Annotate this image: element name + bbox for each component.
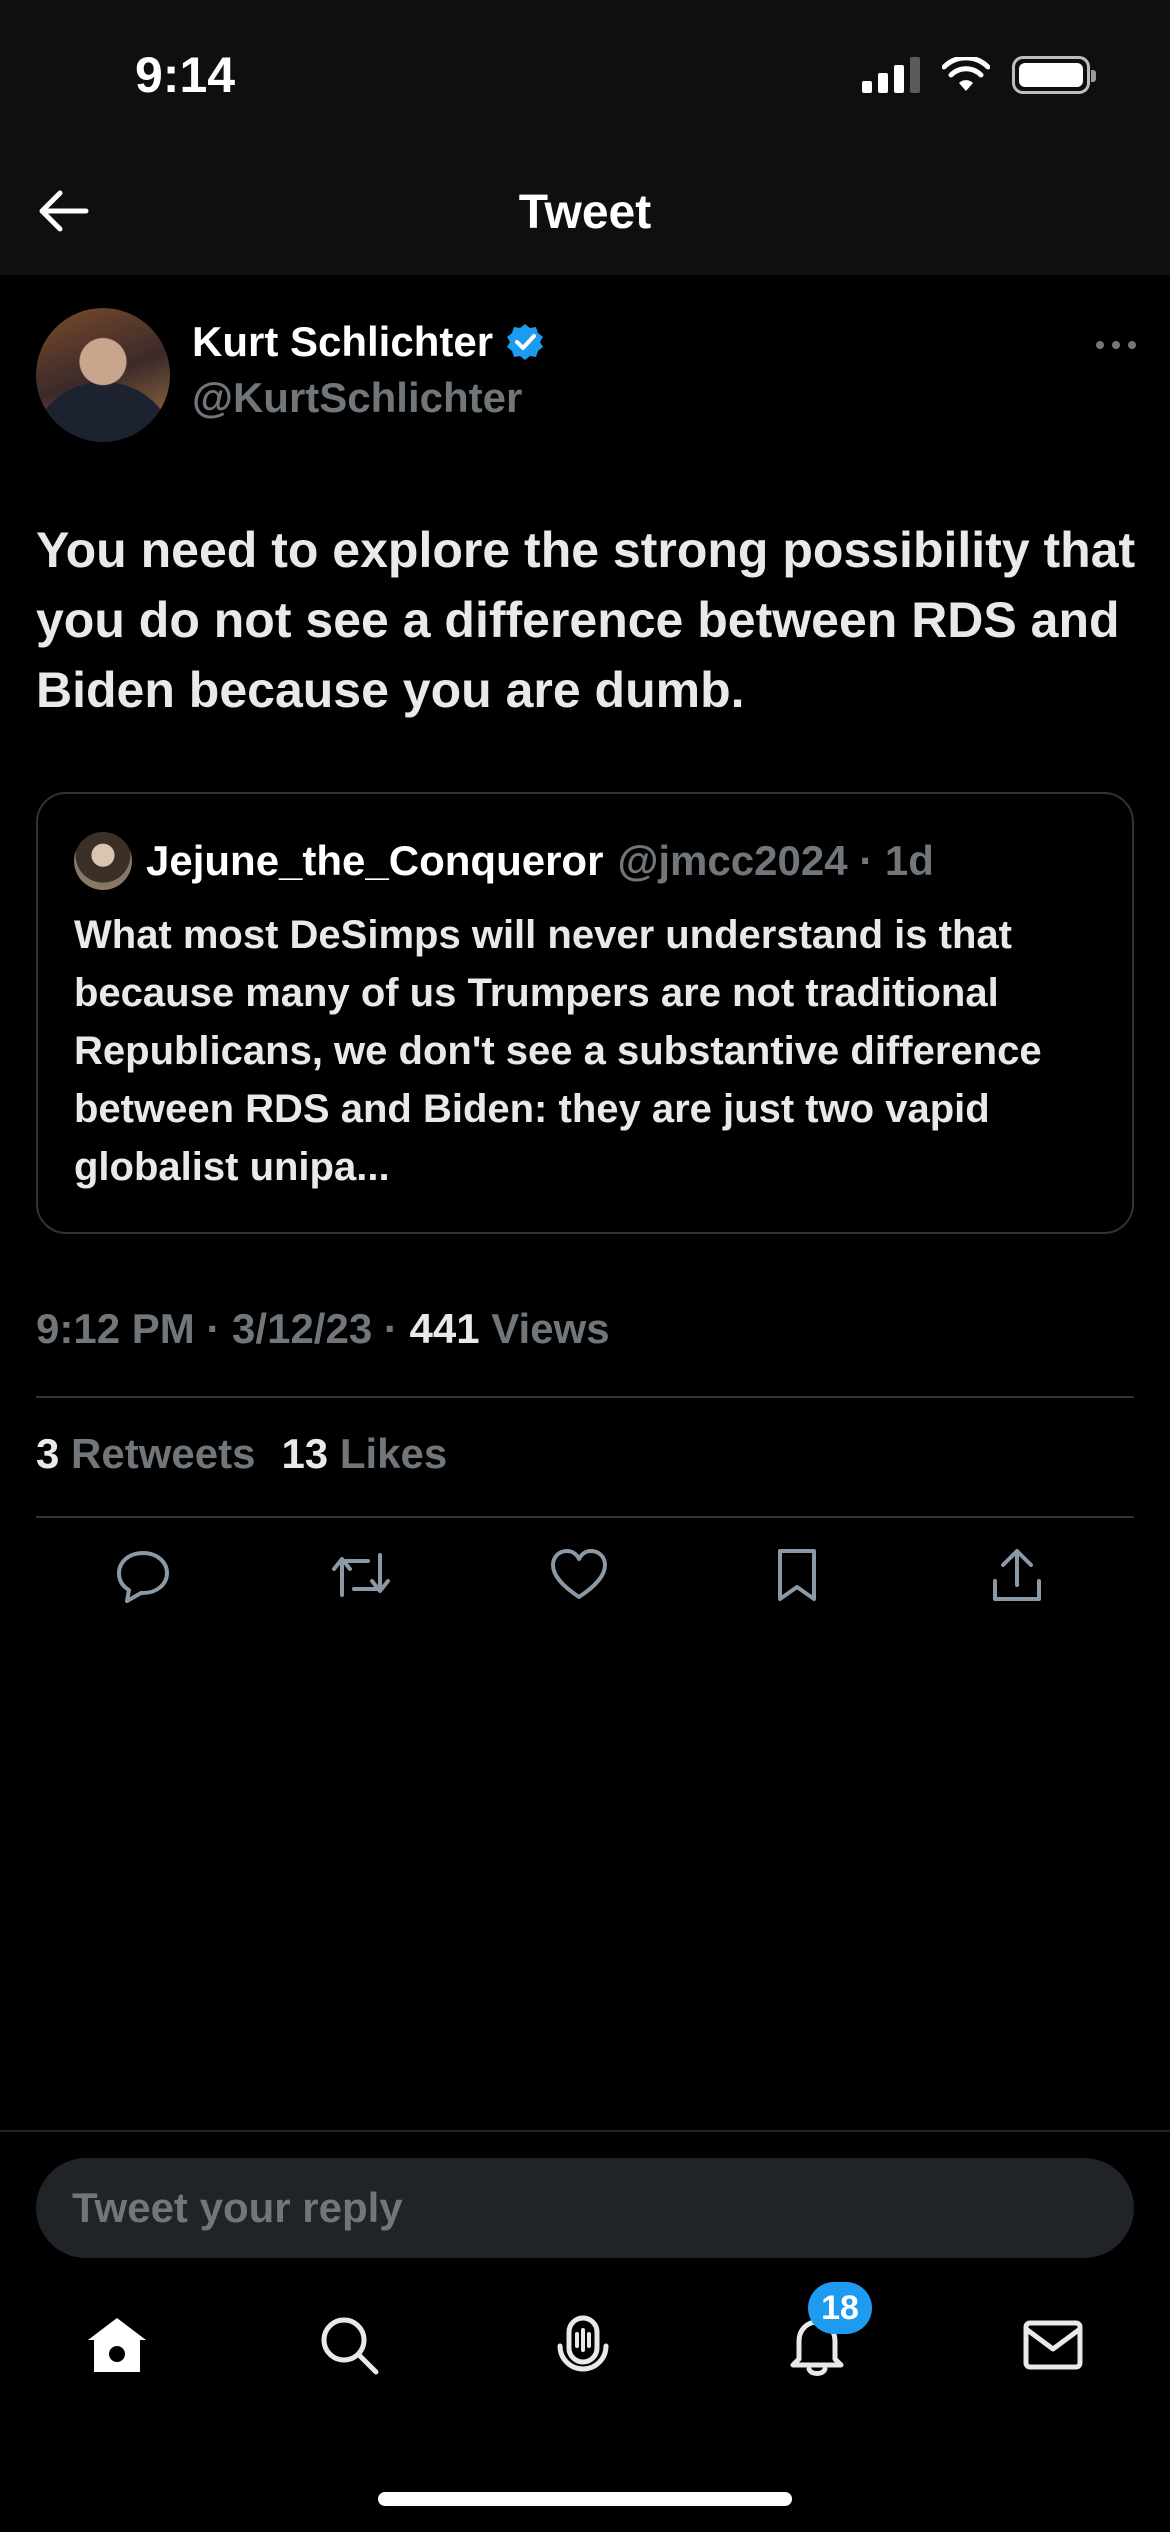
tab-messages[interactable]: [1008, 2300, 1098, 2390]
cellular-signal-icon: [862, 57, 920, 93]
home-indicator[interactable]: [378, 2492, 792, 2506]
reply-icon: [117, 1551, 169, 1603]
spaces-icon: [557, 2315, 609, 2372]
quoted-tweet-header: Jejune_the_Conqueror @jmcc2024 · 1d: [74, 830, 1096, 892]
retweets-count: 3: [36, 1430, 60, 1477]
divider: [36, 1396, 1134, 1398]
status-bar: 9:14: [0, 0, 1170, 150]
heart-icon: [551, 1549, 607, 1599]
retweet-button[interactable]: [326, 1540, 396, 1610]
likes-count: 13: [281, 1430, 329, 1477]
divider: [36, 1516, 1134, 1518]
views-count: 441: [409, 1305, 480, 1352]
more-icon[interactable]: [1076, 330, 1136, 360]
tab-home[interactable]: [72, 2300, 162, 2390]
tweet-stats: 3 Retweets 13 Likes: [36, 1430, 447, 1478]
retweets-label: Retweets: [71, 1430, 256, 1477]
likes-label: Likes: [339, 1430, 448, 1477]
tweet-text: You need to explore the strong possibili…: [36, 522, 1136, 718]
tab-search[interactable]: [304, 2300, 394, 2390]
avatar[interactable]: [36, 308, 170, 442]
bookmark-button[interactable]: [762, 1540, 832, 1610]
battery-icon: [1012, 56, 1096, 94]
reply-button[interactable]: [108, 1540, 178, 1610]
top-header: Tweet: [0, 150, 1170, 275]
bottom-tab-bar: 18: [0, 2282, 1170, 2420]
arrow-left-icon: [39, 190, 89, 232]
author-name-row[interactable]: Kurt Schlichter: [192, 318, 545, 366]
retweets-stat[interactable]: 3 Retweets: [36, 1430, 255, 1478]
tweet-meta: 9:12 PM · 3/12/23 · 441 Views: [36, 1305, 610, 1353]
like-button[interactable]: [544, 1540, 614, 1610]
tweet-author: Kurt Schlichter @KurtSchlichter: [36, 308, 1136, 448]
reply-divider: [0, 2130, 1170, 2132]
quoted-author-name: Jejune_the_Conqueror: [146, 837, 604, 884]
quoted-author-handle: @jmcc2024 · 1d: [617, 837, 934, 884]
search-icon: [321, 2317, 379, 2375]
author-name: Kurt Schlichter: [192, 318, 494, 365]
notifications-badge: 18: [808, 2282, 872, 2334]
status-icons: [862, 56, 1096, 94]
quoted-avatar: [74, 832, 132, 890]
likes-stat[interactable]: 13 Likes: [281, 1430, 447, 1478]
tweet-actions: [36, 1540, 1134, 1620]
tweet-timestamp: 9:12 PM · 3/12/23 ·: [36, 1305, 410, 1352]
share-button[interactable]: [982, 1540, 1052, 1610]
bookmark-icon: [778, 1549, 816, 1601]
reply-input[interactable]: [36, 2158, 1134, 2258]
quoted-tweet[interactable]: Jejune_the_Conqueror @jmcc2024 · 1d What…: [36, 792, 1134, 1234]
back-button[interactable]: [30, 178, 96, 244]
quoted-tweet-text: What most DeSimps will never understand …: [74, 913, 1042, 1189]
tab-notifications[interactable]: 18: [772, 2282, 872, 2390]
status-time: 9:14: [135, 47, 236, 103]
views-label: Views: [491, 1305, 610, 1352]
wifi-icon: [942, 57, 990, 91]
tab-spaces[interactable]: [538, 2300, 628, 2390]
home-icon: [88, 2318, 146, 2372]
page-title: Tweet: [518, 186, 652, 239]
share-icon: [993, 1549, 1041, 1601]
verified-badge-icon: [507, 324, 544, 360]
mail-icon: [1023, 2320, 1083, 2370]
retweet-icon: [332, 1553, 390, 1597]
author-handle[interactable]: @KurtSchlichter: [192, 374, 522, 422]
